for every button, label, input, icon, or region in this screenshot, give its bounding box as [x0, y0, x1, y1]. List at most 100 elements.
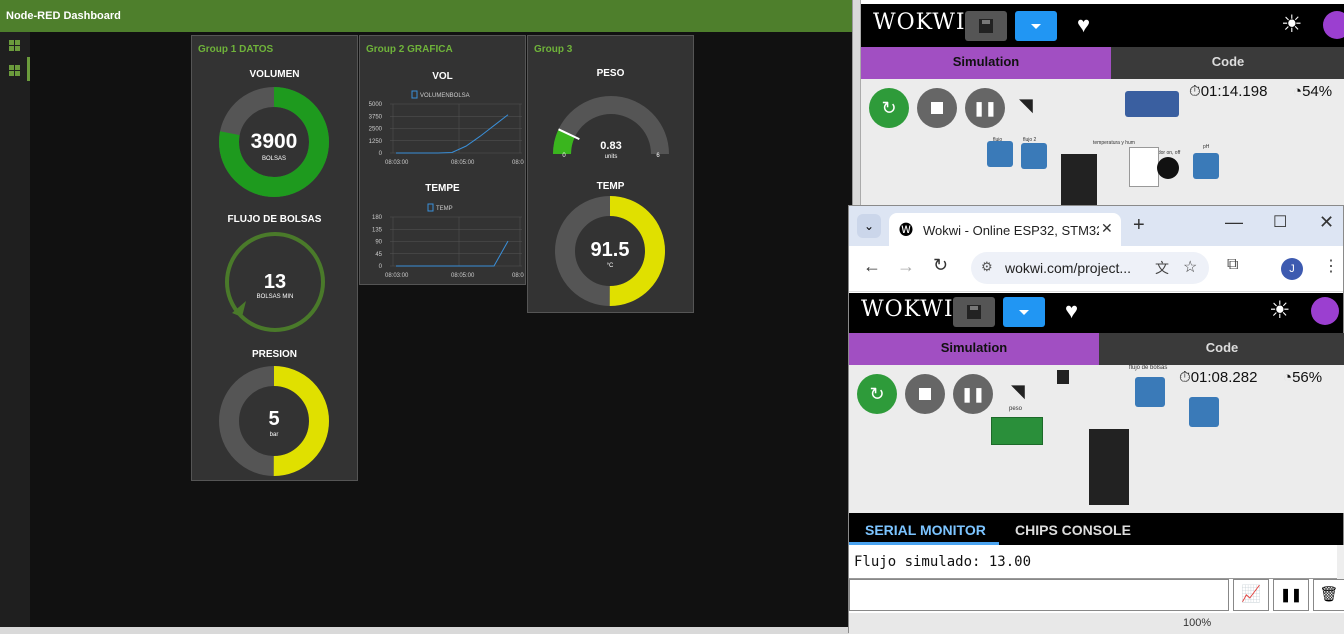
url-text[interactable]: wokwi.com/project... — [1005, 260, 1131, 276]
tab-chips-console[interactable]: CHIPS CONSOLE — [1015, 522, 1131, 538]
reload-icon[interactable]: ↻ — [933, 255, 948, 276]
heart-icon[interactable]: ♥ — [1077, 12, 1090, 38]
avatar[interactable] — [1311, 297, 1339, 325]
esp32-board[interactable] — [1061, 154, 1097, 205]
x-tick-label: 08:05:00 — [451, 160, 475, 166]
tab-search-button[interactable]: ⌄ — [857, 214, 881, 238]
sidebar — [0, 32, 30, 627]
clear-serial-button[interactable]: 🗑 — [1313, 579, 1344, 611]
chart-icon: 📈 — [1241, 586, 1261, 603]
tab-code[interactable]: Code — [1099, 333, 1344, 365]
save-icon — [967, 305, 981, 319]
site-info-icon[interactable]: ⚙ — [981, 259, 993, 275]
pause-button[interactable]: ❚❚ — [953, 374, 993, 414]
tab-simulation[interactable]: Simulation — [861, 47, 1111, 79]
menu-icon[interactable]: ⋮ — [1323, 256, 1339, 276]
save-dropdown-button[interactable] — [1015, 11, 1057, 41]
serial-output[interactable]: Flujo simulado: 13.00 — [849, 545, 1344, 579]
group-title: Group 3 — [534, 44, 573, 55]
stop-button[interactable] — [905, 374, 945, 414]
pause-icon: ❚❚ — [961, 385, 985, 402]
volumen-value: 3900 — [251, 130, 298, 153]
new-tab-icon[interactable]: + — [1133, 214, 1145, 237]
forward-icon[interactable]: → — [897, 256, 915, 277]
tempe-line-chart: TEMP 180 135 90 45 008:03:00 08:05:00 08:08:00 — [372, 203, 524, 279]
chip[interactable] — [1057, 370, 1069, 384]
save-dropdown-button[interactable] — [1003, 297, 1045, 327]
simulation-canvas[interactable]: ↻ ❚❚ ◥ ⏱01:14.198 ◔54% flujo flujo 2 tem… — [861, 79, 1344, 205]
flujo-unit: BOLSAS MIN — [257, 294, 294, 300]
tab-title: Wokwi - Online ESP32, STM32, A — [923, 223, 1099, 238]
restart-button[interactable]: ↻ — [857, 374, 897, 414]
trash-icon: 🗑 — [1319, 586, 1339, 603]
restart-button[interactable]: ↻ — [869, 88, 909, 128]
timer-value: 01:08.282 — [1190, 369, 1258, 386]
tab-simulation[interactable]: Simulation — [849, 333, 1099, 365]
flujo-compass-gauge: 13 BOLSAS MIN — [225, 232, 325, 332]
potentiometer[interactable] — [1193, 153, 1219, 179]
pause-serial-button[interactable]: ❚❚ — [1273, 579, 1309, 611]
stop-button[interactable] — [917, 88, 957, 128]
pause-button[interactable]: ❚❚ — [965, 88, 1005, 128]
tab-serial-monitor[interactable]: SERIAL MONITOR — [865, 522, 986, 538]
gauge-icon: ◔ — [1293, 83, 1303, 100]
peso-value: 0.83 — [600, 140, 621, 152]
scrollbar[interactable] — [1337, 545, 1344, 579]
save-button[interactable] — [953, 297, 995, 327]
serial-tabs-bar: SERIAL MONITOR CHIPS CONSOLE — [849, 513, 1343, 545]
chrome-window: ⌄ 🅦 Wokwi - Online ESP32, STM32, A ✕ + —… — [848, 205, 1344, 634]
presion-value: 5 — [268, 408, 279, 430]
group-title: Group 1 DATOS — [198, 44, 274, 55]
profile-avatar[interactable]: J — [1281, 258, 1303, 280]
stop-icon — [931, 102, 943, 114]
close-tab-icon[interactable]: ✕ — [1101, 220, 1113, 237]
buzzer[interactable] — [1157, 157, 1179, 179]
close-window-icon[interactable]: ✕ — [1319, 212, 1334, 233]
tab-code[interactable]: Code — [1111, 47, 1344, 79]
potentiometer[interactable] — [1189, 397, 1219, 427]
temp-label: TEMP — [596, 181, 625, 192]
peso-unit: units — [605, 154, 618, 160]
group-1-datos: Group 1 DATOS VOLUMEN 3900 BOLSAS FLUJO … — [191, 35, 358, 481]
serial-input[interactable] — [849, 579, 1229, 611]
sim-speed: ◔56% — [1283, 369, 1322, 386]
address-bar[interactable]: ⚙ wokwi.com/project... 文 ☆ — [971, 252, 1209, 284]
avatar[interactable] — [1323, 11, 1344, 39]
y-tick-label: 5000 — [369, 102, 383, 108]
potentiometer[interactable] — [1021, 143, 1047, 169]
pause-icon: ❚❚ — [1280, 587, 1302, 602]
wifi-icon: ◥ — [1011, 381, 1025, 401]
ultrasonic-sensor[interactable] — [1125, 91, 1179, 117]
y-tick-label: 135 — [372, 227, 383, 233]
browser-tab[interactable]: 🅦 Wokwi - Online ESP32, STM32, A ✕ — [889, 213, 1121, 246]
stop-icon — [919, 388, 931, 400]
translate-icon[interactable]: 文 — [1155, 258, 1169, 278]
wokwi-favicon-icon: 🅦 — [899, 222, 913, 238]
minimize-icon[interactable]: — — [1225, 212, 1243, 233]
potentiometer[interactable] — [987, 141, 1013, 167]
presion-unit: bar — [270, 432, 279, 438]
speed-value: 56% — [1292, 369, 1323, 386]
bookmark-star-icon[interactable]: ☆ — [1183, 257, 1197, 277]
back-icon[interactable]: ← — [863, 256, 881, 277]
theme-toggle-icon[interactable]: ☀ — [1281, 10, 1303, 39]
maximize-icon[interactable]: ☐ — [1273, 212, 1287, 232]
hx711-board[interactable] — [991, 417, 1043, 445]
x-tick-label: 08:03:00 — [385, 273, 409, 279]
dht-sensor[interactable] — [1129, 147, 1159, 187]
dashboard-tab-icon[interactable] — [9, 40, 20, 51]
esp32-board[interactable] — [1089, 429, 1129, 505]
chevron-down-icon — [1019, 310, 1029, 315]
extensions-icon[interactable]: ⧉ — [1227, 256, 1238, 274]
dashboard-tab-icon[interactable] — [9, 65, 20, 76]
save-button[interactable] — [965, 11, 1007, 41]
vol-legend: VOLUMENBOLSA — [420, 93, 470, 99]
chevron-down-icon — [1031, 24, 1041, 29]
heart-icon[interactable]: ♥ — [1065, 298, 1078, 324]
potentiometer[interactable] — [1135, 377, 1165, 407]
flujo-label: FLUJO DE BOLSAS — [227, 214, 322, 225]
chevron-down-icon: ⌄ — [863, 219, 875, 233]
simulation-canvas[interactable]: ↻ ❚❚ ◥ ⏱01:08.282 ◔56% flujo de bolsas p… — [849, 365, 1344, 513]
plotter-button[interactable]: 📈 — [1233, 579, 1269, 611]
theme-toggle-icon[interactable]: ☀ — [1269, 296, 1291, 325]
